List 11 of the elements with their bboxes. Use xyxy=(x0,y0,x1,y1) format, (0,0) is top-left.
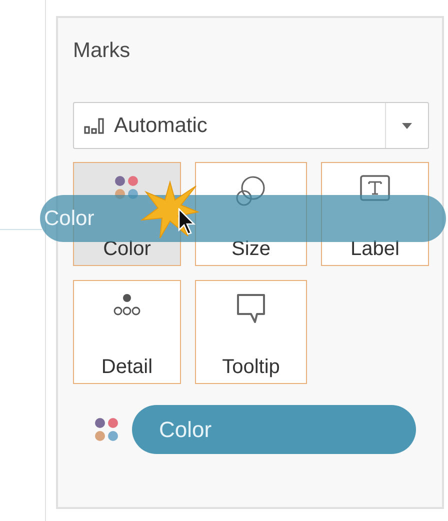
mark-type-dropdown[interactable]: Automatic xyxy=(73,102,429,149)
mark-card[interactable]: Tooltip xyxy=(195,280,307,384)
bar-chart-icon xyxy=(84,118,106,134)
mark-card[interactable]: Detail xyxy=(73,280,181,384)
burst-icon xyxy=(140,180,200,240)
caret-icon xyxy=(402,122,412,128)
speech-bubble-icon xyxy=(236,293,266,325)
detail-dots-icon xyxy=(113,293,141,317)
cursor-icon xyxy=(178,208,196,236)
color-dots-icon xyxy=(93,416,121,442)
panel-title: Marks xyxy=(73,40,130,61)
